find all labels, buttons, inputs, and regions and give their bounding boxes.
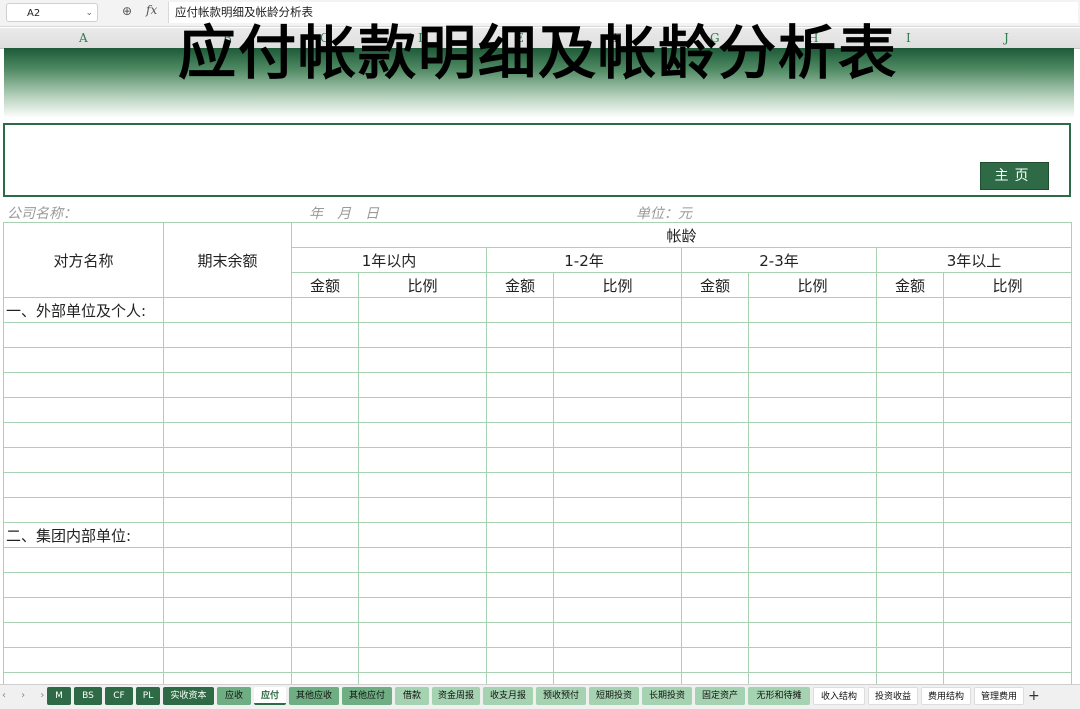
sheet-tab-expense-structure[interactable]: 费用结构	[921, 687, 971, 705]
header-ratio[interactable]: 比例	[748, 272, 877, 298]
header-aging[interactable]: 帐龄	[291, 222, 1072, 248]
table-row	[3, 322, 1072, 348]
header-amount[interactable]: 金额	[291, 272, 359, 298]
sheet-tab-cf[interactable]: CF	[105, 687, 133, 705]
table-row	[3, 397, 1072, 423]
sheet-tab-borrowings[interactable]: 借款	[395, 687, 429, 705]
add-sheet-icon[interactable]: +	[1028, 688, 1040, 704]
header-amount[interactable]: 金额	[876, 272, 944, 298]
table-row	[3, 572, 1072, 598]
table-row	[3, 447, 1072, 473]
header-amount[interactable]: 金额	[486, 272, 554, 298]
header-age-group[interactable]: 2-3年	[681, 247, 877, 273]
sheet-tab-payable[interactable]: 应付	[254, 687, 286, 705]
sheet-tab-fund-weekly[interactable]: 资金周报	[432, 687, 480, 705]
section-row: 一、外部单位及个人:	[3, 297, 1072, 323]
table-row	[3, 622, 1072, 648]
sheet-tab-pl[interactable]: PL	[136, 687, 160, 705]
table-row	[3, 472, 1072, 498]
header-age-group[interactable]: 3年以上	[876, 247, 1072, 273]
sheet-tab-monthly-report[interactable]: 收支月报	[483, 687, 533, 705]
home-button[interactable]: 主页	[980, 162, 1049, 190]
table-row	[3, 497, 1072, 523]
sheet-tab-m[interactable]: M	[47, 687, 71, 705]
title-cell[interactable]	[3, 123, 1071, 197]
section-row: 二、集团内部单位:	[3, 522, 1072, 548]
sheet-tab-bs[interactable]: BS	[74, 687, 102, 705]
sheet-tab-short-term-investment[interactable]: 短期投资	[589, 687, 639, 705]
aging-table: 对方名称 期末余额 帐龄 1年以内 1-2年 2-3年 3年以上 金额 比例 金…	[3, 222, 1072, 698]
header-age-group[interactable]: 1年以内	[291, 247, 487, 273]
header-ratio[interactable]: 比例	[358, 272, 487, 298]
sheet-tab-receivable[interactable]: 应收	[217, 687, 251, 705]
header-ratio[interactable]: 比例	[553, 272, 682, 298]
sheet-tab-admin-expenses[interactable]: 管理费用	[974, 687, 1024, 705]
header-ratio[interactable]: 比例	[943, 272, 1072, 298]
header-amount[interactable]: 金额	[681, 272, 749, 298]
header-counterparty[interactable]: 对方名称	[3, 222, 164, 298]
company-name-label: 公司名称：	[7, 206, 77, 222]
sheet-tab-bar: ‹ › ›| M BS CF PL 实收资本 应收 应付 其他应收 其他应付 借…	[0, 684, 1080, 709]
sheet-tab-long-term-investment[interactable]: 长期投资	[642, 687, 692, 705]
header-age-group[interactable]: 1-2年	[486, 247, 682, 273]
sheet-tab-other-receivable[interactable]: 其他应收	[289, 687, 339, 705]
sheet-tab-intangibles[interactable]: 无形和待摊	[748, 687, 810, 705]
table-row	[3, 597, 1072, 623]
sheet-tab-other-payable[interactable]: 其他应付	[342, 687, 392, 705]
section-external-label[interactable]: 一、外部单位及个人:	[3, 297, 164, 323]
date-label: 年 月 日	[309, 206, 379, 222]
sheet-title: 应付帐款明细及帐龄分析表	[177, 19, 898, 87]
header-ending-balance[interactable]: 期末余额	[163, 222, 292, 298]
sheet-tab-investment-income[interactable]: 投资收益	[868, 687, 918, 705]
table-row	[3, 547, 1072, 573]
sheet-tab-advances[interactable]: 预收预付	[536, 687, 586, 705]
unit-label: 单位：元	[636, 206, 692, 222]
table-row	[3, 422, 1072, 448]
section-internal-label[interactable]: 二、集团内部单位:	[3, 522, 164, 548]
sheet-tab-paid-in-capital[interactable]: 实收资本	[163, 687, 214, 705]
table-row	[3, 647, 1072, 673]
sheet-tab-revenue-structure[interactable]: 收入结构	[813, 687, 865, 705]
sheet-tab-fixed-assets[interactable]: 固定资产	[695, 687, 745, 705]
table-row	[3, 347, 1072, 373]
table-row	[3, 372, 1072, 398]
